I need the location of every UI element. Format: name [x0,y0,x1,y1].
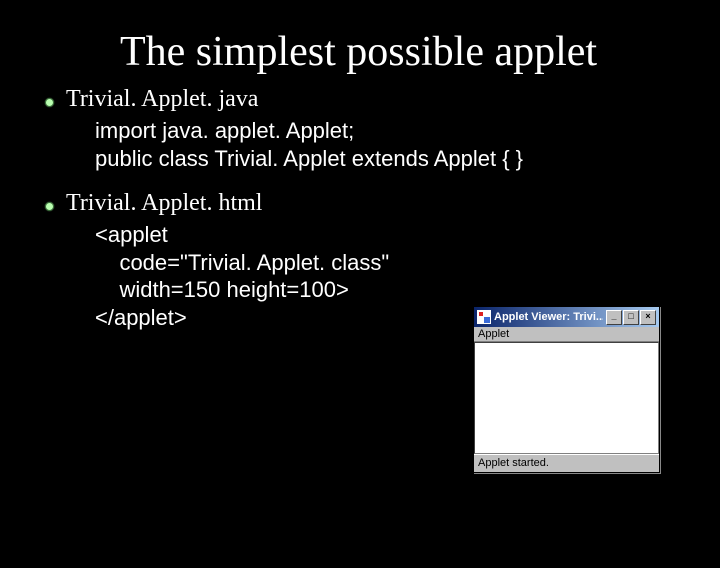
bullet-dot-icon [45,98,54,107]
java-icon [477,310,491,324]
applet-client-area [474,342,659,454]
code-line: public class Trivial. Applet extends App… [95,145,720,173]
code-line: </applet> [95,305,187,330]
window-titlebar[interactable]: Applet Viewer: Trivi... _ □ × [474,307,659,327]
bullet-java-file: Trivial. Applet. java [45,86,720,113]
applet-viewer-window: Applet Viewer: Trivi... _ □ × Applet App… [473,306,660,473]
menubar: Applet [474,327,659,342]
status-bar: Applet started. [474,454,659,472]
code-line: <applet [95,222,168,247]
window-buttons: _ □ × [606,310,656,325]
code-line: width=150 height=100> [95,277,349,302]
java-code-block: import java. applet. Applet; public clas… [95,117,720,172]
code-line: import java. applet. Applet; [95,117,720,145]
menu-applet[interactable]: Applet [478,328,509,340]
bullet-dot-icon [45,202,54,211]
maximize-button[interactable]: □ [623,310,639,325]
minimize-button[interactable]: _ [606,310,622,325]
code-line: code="Trivial. Applet. class" [95,250,389,275]
java-file-heading: Trivial. Applet. java [66,86,258,113]
slide-title: The simplest possible applet [120,28,720,76]
close-button[interactable]: × [640,310,656,325]
window-title: Applet Viewer: Trivi... [494,311,603,323]
html-file-heading: Trivial. Applet. html [66,190,262,217]
bullet-html-file: Trivial. Applet. html [45,190,720,217]
